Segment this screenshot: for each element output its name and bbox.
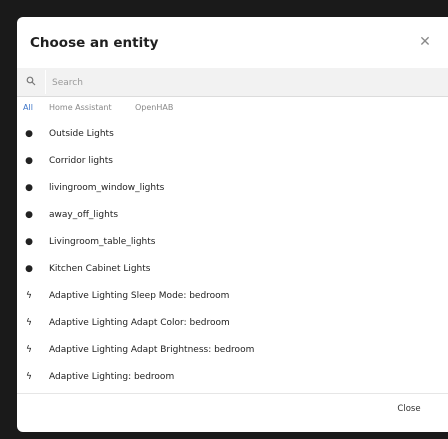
lightbulb-icon: ●	[25, 129, 33, 139]
entity-label: livingroom_window_lights	[49, 183, 165, 193]
entity-label: Adaptive Lighting: bedroom	[49, 372, 175, 382]
entity-list: ● Outside Lights ● Corridor lights ● liv…	[17, 121, 448, 393]
search-divider	[45, 70, 46, 94]
lightning-icon: ϟ	[26, 291, 32, 301]
footer-divider	[17, 393, 448, 394]
list-item[interactable]: ● Livingroom_table_lights	[17, 229, 448, 256]
entity-label: Livingroom_table_lights	[49, 237, 156, 247]
lightning-icon: ϟ	[26, 345, 32, 355]
lightning-icon: ϟ	[26, 318, 32, 328]
tab-home-assistant[interactable]: Home Assistant	[49, 103, 112, 112]
entity-picker-dialog: Choose an entity ✕ All Home Assistant Op…	[17, 17, 448, 432]
entity-label: Outside Lights	[49, 129, 114, 139]
entity-label: Corridor lights	[49, 156, 113, 166]
list-item[interactable]: ϟ Adaptive Lighting: bedroom	[17, 364, 448, 391]
list-item[interactable]: ● Outside Lights	[17, 121, 448, 148]
search-input[interactable]	[50, 72, 434, 94]
list-item[interactable]: ϟ Adaptive Lighting Sleep Mode: bedroom	[17, 283, 448, 310]
close-button[interactable]: Close	[386, 398, 432, 420]
list-item[interactable]: ● Corridor lights	[17, 148, 448, 175]
list-item[interactable]: ϟ Adaptive Lighting Adapt Brightness: be…	[17, 337, 448, 364]
tab-openhab[interactable]: OpenHAB	[135, 103, 173, 112]
entity-label: Adaptive Lighting Sleep Mode: bedroom	[49, 291, 230, 301]
list-item[interactable]: ● Kitchen Cabinet Lights	[17, 256, 448, 283]
lightbulb-icon: ●	[25, 237, 33, 247]
tab-all[interactable]: All	[23, 103, 33, 112]
lightbulb-icon: ●	[25, 156, 33, 166]
close-icon[interactable]: ✕	[418, 35, 432, 49]
search-icon	[26, 76, 36, 86]
dialog-title: Choose an entity	[30, 35, 159, 51]
entity-label: away_off_lights	[49, 210, 119, 220]
entity-label: Adaptive Lighting Adapt Brightness: bedr…	[49, 345, 255, 355]
entity-label: Kitchen Cabinet Lights	[49, 264, 151, 274]
list-item[interactable]: ϟ Adaptive Lighting Adapt Color: bedroom	[17, 310, 448, 337]
source-tabs: All Home Assistant OpenHAB	[17, 99, 448, 119]
lightbulb-icon: ●	[25, 264, 33, 274]
lightbulb-icon: ●	[25, 210, 33, 220]
lightning-icon: ϟ	[26, 372, 32, 382]
search-bar	[17, 68, 448, 97]
list-item[interactable]: ● livingroom_window_lights	[17, 175, 448, 202]
entity-label: Adaptive Lighting Adapt Color: bedroom	[49, 318, 230, 328]
lightbulb-icon: ●	[25, 183, 33, 193]
list-item[interactable]: ● away_off_lights	[17, 202, 448, 229]
